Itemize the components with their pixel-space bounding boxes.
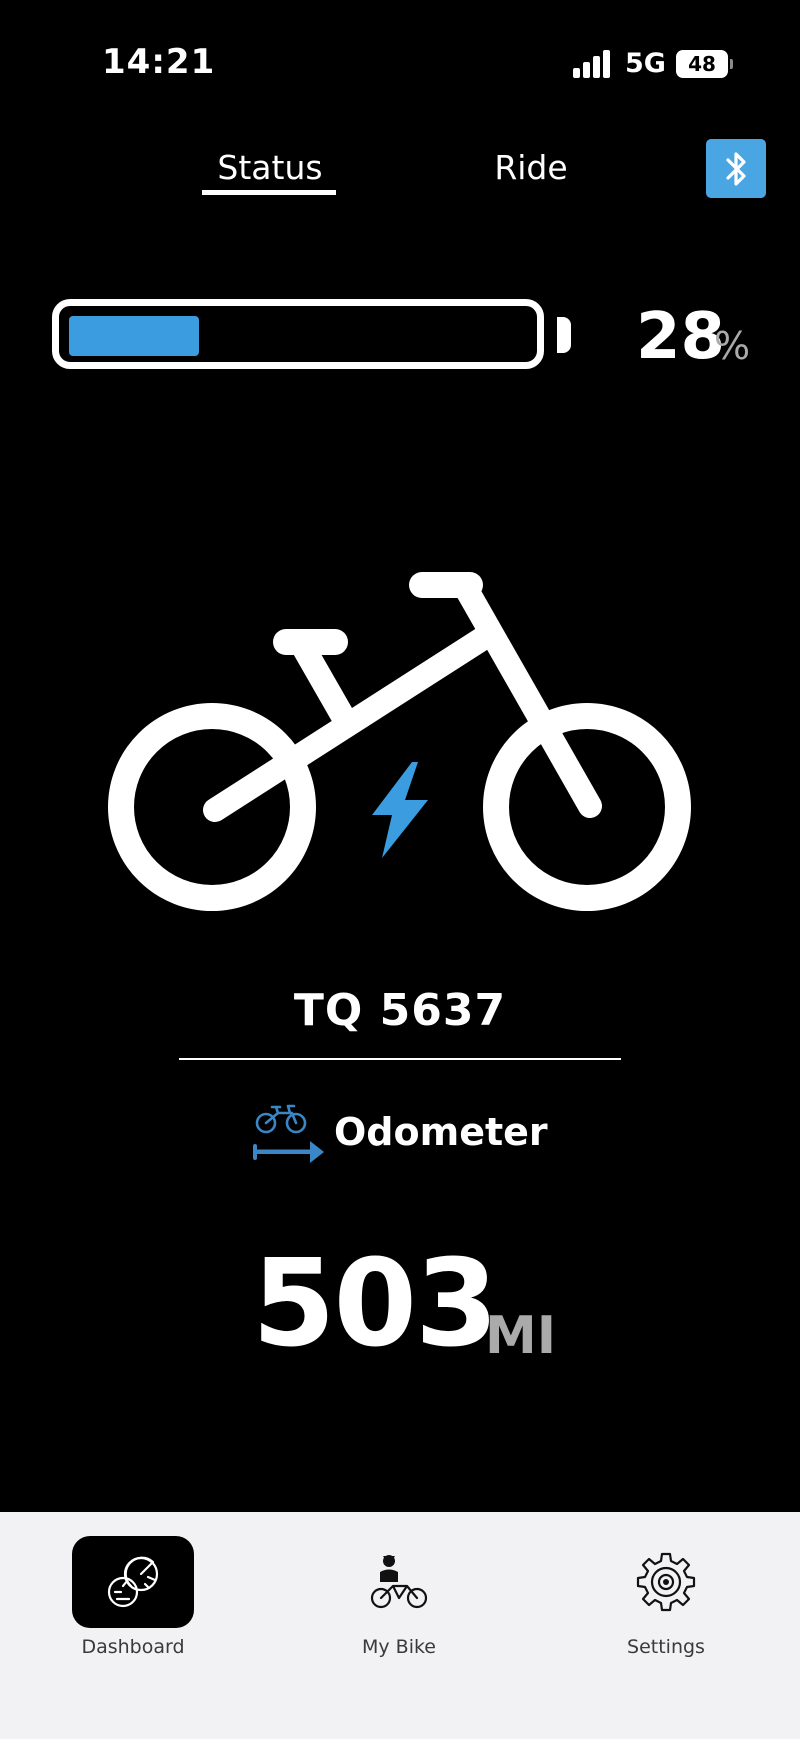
battery-percent-sign: % [714, 324, 751, 368]
network-type: 5G [625, 48, 666, 79]
bluetooth-button[interactable] [706, 139, 766, 198]
bike-battery-fill [69, 316, 199, 356]
nav-my-bike-label: My Bike [361, 1636, 436, 1658]
nav-my-bike-icon-box [338, 1536, 460, 1628]
bike-name: TQ 5637 [293, 985, 507, 1036]
bluetooth-icon [726, 151, 746, 186]
tab-ride[interactable]: Ride [480, 148, 582, 187]
nav-settings-label: Settings [627, 1636, 705, 1658]
active-tab-underline [202, 190, 336, 195]
bike-battery-bar [52, 299, 544, 369]
phone-battery-level: 48 [688, 52, 716, 76]
odometer-label: Odometer [334, 1110, 548, 1154]
nav-my-bike[interactable]: My Bike [299, 1512, 499, 1658]
odometer-bike-icon [253, 1104, 324, 1163]
status-time: 14:21 [102, 42, 216, 82]
signal-icon [573, 50, 610, 78]
nav-dashboard-highlight [72, 1536, 194, 1628]
nav-dashboard[interactable]: Dashboard [33, 1512, 233, 1658]
nav-settings-icon-box [605, 1536, 727, 1628]
speedometer-icon [107, 1556, 159, 1608]
bottom-nav: Dashboard My Bike Settings [0, 1512, 800, 1739]
nav-settings[interactable]: Settings [566, 1512, 766, 1658]
divider [179, 1058, 621, 1060]
nav-dashboard-label: Dashboard [81, 1636, 185, 1658]
battery-percent: 28 [636, 300, 726, 374]
phone-battery-indicator: 48 [676, 50, 733, 78]
rider-bike-icon [370, 1555, 428, 1609]
odometer-unit: MI [485, 1306, 557, 1366]
electric-bike-icon [108, 572, 691, 911]
tab-status[interactable]: Status [200, 148, 340, 187]
odometer-value: 503 [252, 1235, 498, 1374]
bike-battery-cap [557, 317, 571, 353]
gear-icon [636, 1552, 696, 1612]
